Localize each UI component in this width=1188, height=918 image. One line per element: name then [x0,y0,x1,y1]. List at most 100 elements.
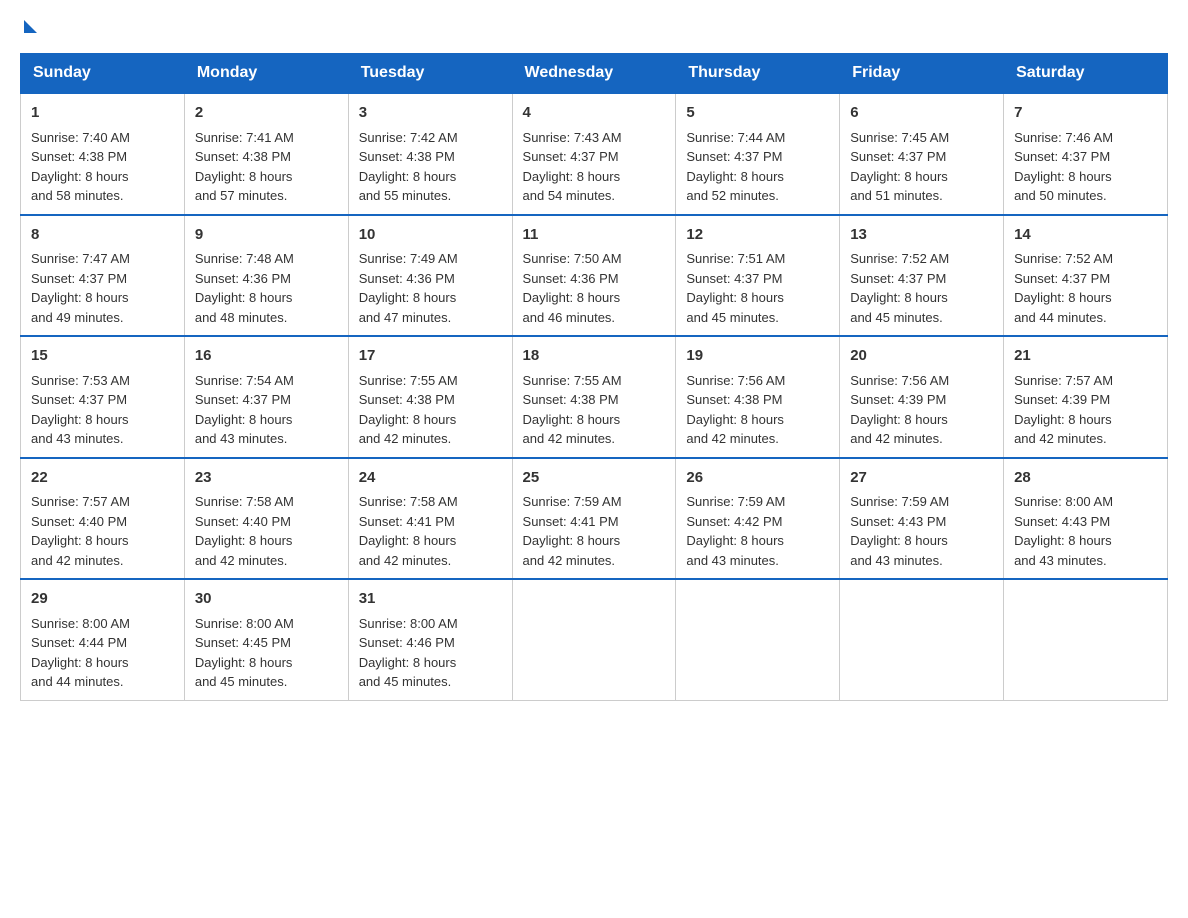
day-info: Sunrise: 7:56 AMSunset: 4:39 PMDaylight:… [850,373,949,447]
day-cell-6: 6 Sunrise: 7:45 AMSunset: 4:37 PMDayligh… [840,93,1004,215]
day-cell-2: 2 Sunrise: 7:41 AMSunset: 4:38 PMDayligh… [184,93,348,215]
day-number: 28 [1014,467,1157,490]
day-info: Sunrise: 7:59 AMSunset: 4:41 PMDaylight:… [523,494,622,568]
day-info: Sunrise: 7:44 AMSunset: 4:37 PMDaylight:… [686,130,785,204]
day-number: 5 [686,102,829,125]
day-number: 7 [1014,102,1157,125]
day-info: Sunrise: 7:57 AMSunset: 4:39 PMDaylight:… [1014,373,1113,447]
day-number: 4 [523,102,666,125]
day-info: Sunrise: 7:52 AMSunset: 4:37 PMDaylight:… [1014,251,1113,325]
day-info: Sunrise: 8:00 AMSunset: 4:45 PMDaylight:… [195,616,294,690]
day-cell-26: 26 Sunrise: 7:59 AMSunset: 4:42 PMDaylig… [676,458,840,580]
day-number: 6 [850,102,993,125]
page-header [20,20,1168,33]
day-cell-4: 4 Sunrise: 7:43 AMSunset: 4:37 PMDayligh… [512,93,676,215]
day-number: 11 [523,224,666,247]
day-number: 12 [686,224,829,247]
day-cell-11: 11 Sunrise: 7:50 AMSunset: 4:36 PMDaylig… [512,215,676,337]
day-info: Sunrise: 7:56 AMSunset: 4:38 PMDaylight:… [686,373,785,447]
day-cell-19: 19 Sunrise: 7:56 AMSunset: 4:38 PMDaylig… [676,336,840,458]
day-cell-29: 29 Sunrise: 8:00 AMSunset: 4:44 PMDaylig… [21,579,185,700]
day-number: 29 [31,588,174,611]
day-info: Sunrise: 7:58 AMSunset: 4:40 PMDaylight:… [195,494,294,568]
weekday-header-wednesday: Wednesday [512,54,676,94]
day-info: Sunrise: 7:47 AMSunset: 4:37 PMDaylight:… [31,251,130,325]
day-cell-1: 1 Sunrise: 7:40 AMSunset: 4:38 PMDayligh… [21,93,185,215]
day-info: Sunrise: 7:58 AMSunset: 4:41 PMDaylight:… [359,494,458,568]
day-number: 22 [31,467,174,490]
day-info: Sunrise: 7:41 AMSunset: 4:38 PMDaylight:… [195,130,294,204]
day-info: Sunrise: 8:00 AMSunset: 4:43 PMDaylight:… [1014,494,1113,568]
day-number: 31 [359,588,502,611]
day-number: 8 [31,224,174,247]
day-cell-23: 23 Sunrise: 7:58 AMSunset: 4:40 PMDaylig… [184,458,348,580]
day-cell-14: 14 Sunrise: 7:52 AMSunset: 4:37 PMDaylig… [1004,215,1168,337]
empty-cell [1004,579,1168,700]
day-info: Sunrise: 7:55 AMSunset: 4:38 PMDaylight:… [359,373,458,447]
weekday-header-tuesday: Tuesday [348,54,512,94]
day-cell-13: 13 Sunrise: 7:52 AMSunset: 4:37 PMDaylig… [840,215,1004,337]
day-number: 14 [1014,224,1157,247]
day-info: Sunrise: 7:59 AMSunset: 4:43 PMDaylight:… [850,494,949,568]
day-cell-31: 31 Sunrise: 8:00 AMSunset: 4:46 PMDaylig… [348,579,512,700]
day-cell-15: 15 Sunrise: 7:53 AMSunset: 4:37 PMDaylig… [21,336,185,458]
calendar-week-row: 8 Sunrise: 7:47 AMSunset: 4:37 PMDayligh… [21,215,1168,337]
day-cell-9: 9 Sunrise: 7:48 AMSunset: 4:36 PMDayligh… [184,215,348,337]
day-info: Sunrise: 7:55 AMSunset: 4:38 PMDaylight:… [523,373,622,447]
day-number: 24 [359,467,502,490]
day-info: Sunrise: 7:57 AMSunset: 4:40 PMDaylight:… [31,494,130,568]
day-cell-10: 10 Sunrise: 7:49 AMSunset: 4:36 PMDaylig… [348,215,512,337]
empty-cell [840,579,1004,700]
day-info: Sunrise: 7:52 AMSunset: 4:37 PMDaylight:… [850,251,949,325]
day-info: Sunrise: 7:53 AMSunset: 4:37 PMDaylight:… [31,373,130,447]
day-cell-18: 18 Sunrise: 7:55 AMSunset: 4:38 PMDaylig… [512,336,676,458]
calendar-week-row: 22 Sunrise: 7:57 AMSunset: 4:40 PMDaylig… [21,458,1168,580]
day-cell-8: 8 Sunrise: 7:47 AMSunset: 4:37 PMDayligh… [21,215,185,337]
day-info: Sunrise: 7:54 AMSunset: 4:37 PMDaylight:… [195,373,294,447]
logo-triangle-icon [24,20,37,33]
day-number: 9 [195,224,338,247]
day-number: 1 [31,102,174,125]
day-number: 20 [850,345,993,368]
day-info: Sunrise: 8:00 AMSunset: 4:44 PMDaylight:… [31,616,130,690]
day-cell-5: 5 Sunrise: 7:44 AMSunset: 4:37 PMDayligh… [676,93,840,215]
day-cell-28: 28 Sunrise: 8:00 AMSunset: 4:43 PMDaylig… [1004,458,1168,580]
day-info: Sunrise: 7:45 AMSunset: 4:37 PMDaylight:… [850,130,949,204]
day-cell-22: 22 Sunrise: 7:57 AMSunset: 4:40 PMDaylig… [21,458,185,580]
weekday-header-row: SundayMondayTuesdayWednesdayThursdayFrid… [21,54,1168,94]
day-number: 2 [195,102,338,125]
day-number: 3 [359,102,502,125]
calendar-week-row: 15 Sunrise: 7:53 AMSunset: 4:37 PMDaylig… [21,336,1168,458]
calendar-week-row: 29 Sunrise: 8:00 AMSunset: 4:44 PMDaylig… [21,579,1168,700]
weekday-header-monday: Monday [184,54,348,94]
day-cell-20: 20 Sunrise: 7:56 AMSunset: 4:39 PMDaylig… [840,336,1004,458]
day-info: Sunrise: 7:46 AMSunset: 4:37 PMDaylight:… [1014,130,1113,204]
day-number: 10 [359,224,502,247]
calendar-table: SundayMondayTuesdayWednesdayThursdayFrid… [20,53,1168,701]
day-number: 27 [850,467,993,490]
day-info: Sunrise: 7:48 AMSunset: 4:36 PMDaylight:… [195,251,294,325]
day-cell-12: 12 Sunrise: 7:51 AMSunset: 4:37 PMDaylig… [676,215,840,337]
day-cell-7: 7 Sunrise: 7:46 AMSunset: 4:37 PMDayligh… [1004,93,1168,215]
day-cell-25: 25 Sunrise: 7:59 AMSunset: 4:41 PMDaylig… [512,458,676,580]
day-cell-24: 24 Sunrise: 7:58 AMSunset: 4:41 PMDaylig… [348,458,512,580]
day-info: Sunrise: 8:00 AMSunset: 4:46 PMDaylight:… [359,616,458,690]
day-number: 23 [195,467,338,490]
weekday-header-sunday: Sunday [21,54,185,94]
day-number: 19 [686,345,829,368]
logo [20,20,38,33]
day-cell-21: 21 Sunrise: 7:57 AMSunset: 4:39 PMDaylig… [1004,336,1168,458]
empty-cell [512,579,676,700]
day-number: 16 [195,345,338,368]
day-info: Sunrise: 7:42 AMSunset: 4:38 PMDaylight:… [359,130,458,204]
day-number: 30 [195,588,338,611]
weekday-header-friday: Friday [840,54,1004,94]
day-number: 13 [850,224,993,247]
day-info: Sunrise: 7:50 AMSunset: 4:36 PMDaylight:… [523,251,622,325]
day-info: Sunrise: 7:43 AMSunset: 4:37 PMDaylight:… [523,130,622,204]
day-cell-27: 27 Sunrise: 7:59 AMSunset: 4:43 PMDaylig… [840,458,1004,580]
day-number: 18 [523,345,666,368]
day-cell-17: 17 Sunrise: 7:55 AMSunset: 4:38 PMDaylig… [348,336,512,458]
day-info: Sunrise: 7:51 AMSunset: 4:37 PMDaylight:… [686,251,785,325]
day-cell-16: 16 Sunrise: 7:54 AMSunset: 4:37 PMDaylig… [184,336,348,458]
